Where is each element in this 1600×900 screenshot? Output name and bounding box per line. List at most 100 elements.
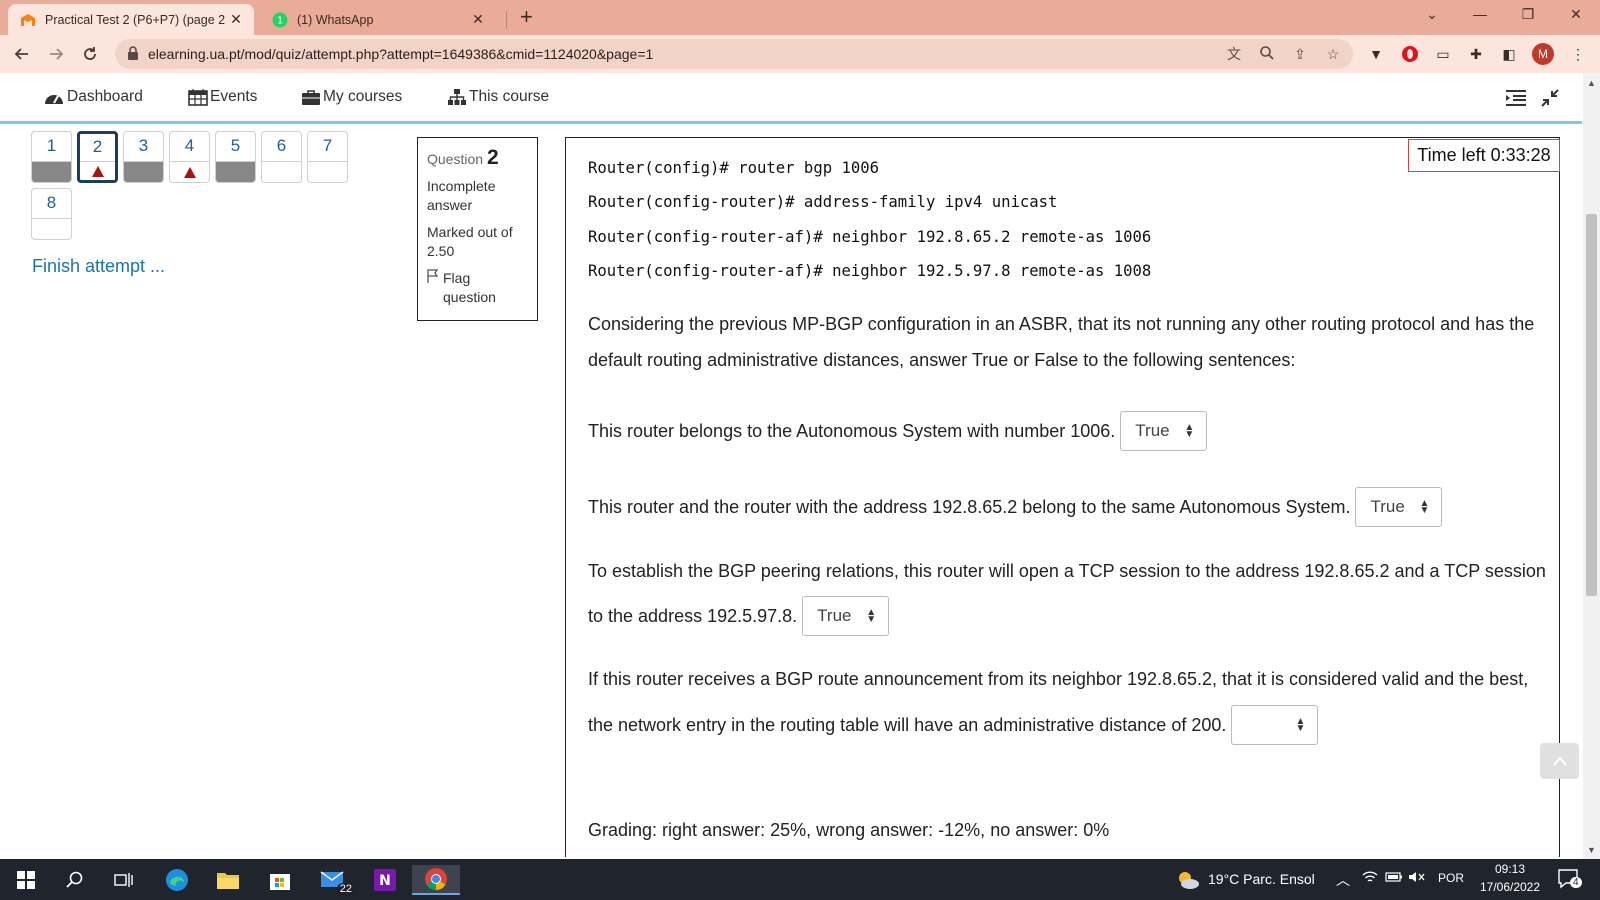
clock-date[interactable]: 17/06/2022 bbox=[1473, 880, 1547, 894]
chevron-up-icon bbox=[1552, 756, 1567, 766]
tab-practical-test[interactable]: Practical Test 2 (P6+P7) (page 2 o ✕ bbox=[8, 4, 254, 35]
battery-icon[interactable] bbox=[1385, 870, 1403, 886]
block-drawer-toggle-icon[interactable] bbox=[1505, 88, 1527, 108]
calendar-icon bbox=[188, 89, 208, 106]
question-intro: Considering the previous MP-BGP configur… bbox=[588, 314, 1535, 370]
notification-count: 4 bbox=[1570, 877, 1582, 888]
side-panel-icon[interactable]: ◧ bbox=[1499, 44, 1519, 64]
reload-icon[interactable] bbox=[79, 43, 101, 65]
microsoft-store-icon[interactable] bbox=[260, 865, 300, 895]
flag-question-toggle[interactable]: Flag question bbox=[427, 269, 528, 307]
quiz-nav-button-6[interactable]: 6 bbox=[261, 131, 302, 183]
scroll-up-arrow-icon[interactable]: ▲ bbox=[1586, 78, 1597, 88]
answer-select-4[interactable]: ▲ ▼ bbox=[1231, 705, 1319, 745]
translate-icon[interactable]: 文 bbox=[1225, 45, 1243, 63]
moodle-favicon-icon bbox=[20, 12, 36, 28]
tab-whatsapp[interactable]: 1 (1) WhatsApp ✕ bbox=[262, 4, 496, 35]
tab-search-chevron-icon[interactable]: ⌄ bbox=[1422, 6, 1442, 23]
statement-4-line-1: If this router receives a BGP route anno… bbox=[588, 669, 1529, 689]
state-answered bbox=[32, 161, 71, 182]
nav-events[interactable]: Events bbox=[188, 88, 257, 106]
url-text: elearning.ua.pt/mod/quiz/attempt.php?att… bbox=[148, 46, 654, 62]
config-line: Router(config-router-af)# neighbor 192.8… bbox=[588, 228, 1152, 246]
flag-outline-icon bbox=[427, 269, 439, 307]
scrollbar-thumb[interactable] bbox=[1586, 214, 1597, 596]
mail-icon[interactable]: 22 bbox=[313, 865, 355, 895]
quiz-nav-button-1[interactable]: 1 bbox=[31, 131, 72, 183]
statement-1: This router belongs to the Autonomous Sy… bbox=[588, 411, 1208, 451]
question-status: Incomplete answer bbox=[427, 178, 496, 213]
quiz-nav-button-2[interactable]: 2 bbox=[77, 131, 118, 183]
windows-taskbar: 22 N 19°C Parc. Ensol ︿ POR 09:13 17/06/… bbox=[0, 859, 1600, 900]
search-icon[interactable] bbox=[55, 865, 95, 895]
file-explorer-icon[interactable] bbox=[208, 865, 248, 895]
volume-muted-icon[interactable] bbox=[1408, 870, 1426, 887]
new-tab-icon[interactable]: + bbox=[520, 6, 533, 28]
close-tab-icon[interactable]: ✕ bbox=[228, 11, 244, 28]
answer-select-3[interactable]: True ▲ ▼ bbox=[802, 596, 890, 636]
config-line: Router(config)# router bgp 1006 bbox=[588, 159, 880, 177]
weather-icon[interactable] bbox=[1176, 870, 1200, 895]
select-arrows-icon: ▲ ▼ bbox=[1295, 716, 1306, 734]
quiz-nav-button-3[interactable]: 3 bbox=[123, 131, 164, 183]
extension-shield-icon[interactable]: ▼ bbox=[1366, 44, 1386, 64]
task-view-icon[interactable] bbox=[104, 865, 144, 895]
answer-select-1[interactable]: True ▲ ▼ bbox=[1120, 411, 1208, 451]
dashboard-gauge-icon bbox=[45, 95, 63, 104]
nav-my-courses[interactable]: My courses bbox=[301, 88, 402, 106]
tray-chevron-up-icon[interactable]: ︿ bbox=[1336, 870, 1350, 890]
forward-icon[interactable] bbox=[45, 43, 67, 65]
finish-attempt-link[interactable]: Finish attempt ... bbox=[32, 256, 165, 277]
chrome-taskbar-icon[interactable] bbox=[412, 865, 460, 895]
onenote-icon[interactable]: N bbox=[365, 865, 405, 895]
address-bar[interactable]: elearning.ua.pt/mod/quiz/attempt.php?att… bbox=[115, 39, 1353, 69]
question-grade: Marked out of 2.50 bbox=[427, 224, 513, 259]
weather-text[interactable]: 19°C Parc. Ensol bbox=[1208, 871, 1315, 887]
quiz-nav-button-8[interactable]: 8 bbox=[31, 188, 72, 240]
quiz-nav-button-4[interactable]: 4 bbox=[169, 131, 210, 183]
windows-start-icon[interactable] bbox=[6, 865, 46, 895]
lock-icon[interactable] bbox=[127, 46, 143, 62]
minimize-icon[interactable]: — bbox=[1470, 6, 1490, 22]
config-line: Router(config-router-af)# neighbor 192.5… bbox=[588, 262, 1152, 280]
close-tab-icon[interactable]: ✕ bbox=[470, 11, 486, 28]
question-number: Question 2 bbox=[427, 146, 499, 169]
scroll-down-arrow-icon[interactable]: ▼ bbox=[1586, 845, 1597, 855]
share-icon[interactable]: ⇪ bbox=[1291, 45, 1309, 63]
restore-icon[interactable]: ❐ bbox=[1518, 6, 1538, 23]
extensions-puzzle-icon[interactable]: ✚ bbox=[1466, 44, 1486, 64]
nav-dashboard[interactable]: Dashboard bbox=[43, 88, 143, 106]
briefcase-icon bbox=[302, 89, 320, 105]
whatsapp-favicon-icon: 1 bbox=[272, 12, 288, 28]
collapse-fullscreen-icon[interactable] bbox=[1540, 88, 1562, 108]
browser-toolbar: elearning.ua.pt/mod/quiz/attempt.php?att… bbox=[0, 35, 1600, 73]
mail-badge: 22 bbox=[336, 883, 355, 895]
cast-icon[interactable]: ▭ bbox=[1433, 44, 1453, 64]
svg-text:1: 1 bbox=[277, 15, 283, 26]
statement-3-line-2: to the address 192.5.97.8. True ▲ ▼ bbox=[588, 596, 890, 636]
bookmark-star-icon[interactable]: ☆ bbox=[1324, 45, 1342, 63]
clock-time[interactable]: 09:13 bbox=[1477, 862, 1543, 876]
notification-center-icon[interactable]: 4 bbox=[1558, 869, 1582, 892]
zoom-icon[interactable] bbox=[1258, 45, 1276, 63]
flag-triangle-icon bbox=[183, 166, 196, 178]
statement-4-line-2: the network entry in the routing table w… bbox=[588, 705, 1319, 745]
wifi-icon[interactable] bbox=[1362, 870, 1378, 887]
profile-avatar[interactable]: M bbox=[1532, 43, 1554, 65]
language-indicator[interactable]: POR bbox=[1438, 871, 1464, 885]
statement-2: This router and the router with the addr… bbox=[588, 487, 1443, 527]
menu-kebab-icon[interactable]: ⋮ bbox=[1568, 44, 1588, 64]
quiz-nav-button-7[interactable]: 7 bbox=[307, 131, 348, 183]
grading-info: Grading: right answer: 25%, wrong answer… bbox=[588, 820, 1110, 840]
svg-text:N: N bbox=[379, 873, 391, 889]
tab-separator bbox=[506, 11, 507, 29]
statement-3-line-1: To establish the BGP peering relations, … bbox=[588, 561, 1546, 581]
close-window-icon[interactable]: ✕ bbox=[1566, 6, 1586, 23]
answer-select-2[interactable]: True ▲ ▼ bbox=[1355, 487, 1443, 527]
edge-browser-icon[interactable] bbox=[157, 865, 197, 895]
nav-this-course[interactable]: This course bbox=[447, 88, 549, 106]
back-icon[interactable] bbox=[11, 43, 33, 65]
back-to-top-button[interactable] bbox=[1540, 743, 1579, 779]
quiz-nav-button-5[interactable]: 5 bbox=[215, 131, 256, 183]
opera-extension-icon[interactable] bbox=[1400, 44, 1420, 64]
